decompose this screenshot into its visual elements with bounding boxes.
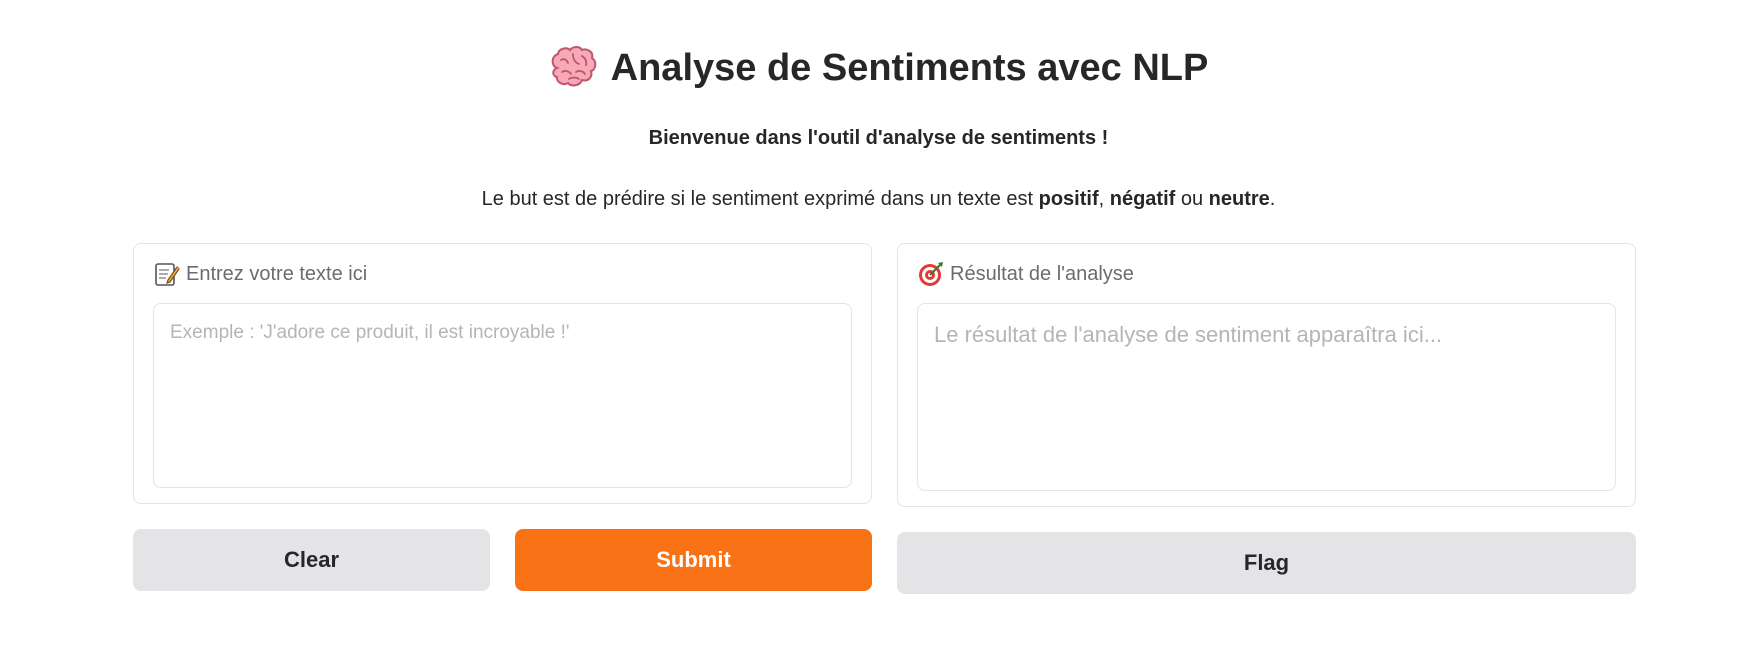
- text-input[interactable]: [153, 303, 852, 488]
- description-period: .: [1269, 188, 1276, 210]
- header: Analyse de Sentiments avec NLP: [0, 40, 1757, 96]
- description-text: Le but est de prédire si le sentiment ex…: [0, 188, 1757, 211]
- description-prefix: Le but est de prédire si le sentiment ex…: [481, 188, 1039, 210]
- output-panel: Résultat de l'analyse: [897, 243, 1636, 507]
- description-or: ou: [1175, 188, 1209, 210]
- page-title: Analyse de Sentiments avec NLP: [610, 47, 1209, 89]
- welcome-text: Bienvenue dans l'outil d'analyse de sent…: [648, 127, 1109, 149]
- submit-button[interactable]: Submit: [515, 529, 872, 591]
- negative-term: négatif: [1109, 188, 1176, 210]
- output-label: Résultat de l'analyse: [918, 261, 1134, 287]
- memo-icon: [155, 263, 180, 286]
- input-panel: Entrez votre texte ici: [133, 243, 872, 504]
- brain-icon: [551, 46, 596, 87]
- input-label-text: Entrez votre texte ici: [186, 262, 368, 285]
- page: Analyse de Sentiments avec NLP Bienvenue…: [0, 0, 1757, 668]
- clear-button[interactable]: Clear: [133, 529, 490, 591]
- result-output[interactable]: [917, 303, 1616, 491]
- neutral-term: neutre: [1208, 188, 1270, 210]
- flag-button[interactable]: Flag: [897, 532, 1636, 594]
- positive-term: positif: [1038, 188, 1099, 210]
- target-icon: [919, 262, 943, 286]
- description-comma: ,: [1098, 188, 1110, 210]
- page-title-container: Analyse de Sentiments avec NLP: [549, 40, 1209, 96]
- output-label-text: Résultat de l'analyse: [950, 262, 1134, 285]
- input-label: Entrez votre texte ici: [154, 261, 367, 287]
